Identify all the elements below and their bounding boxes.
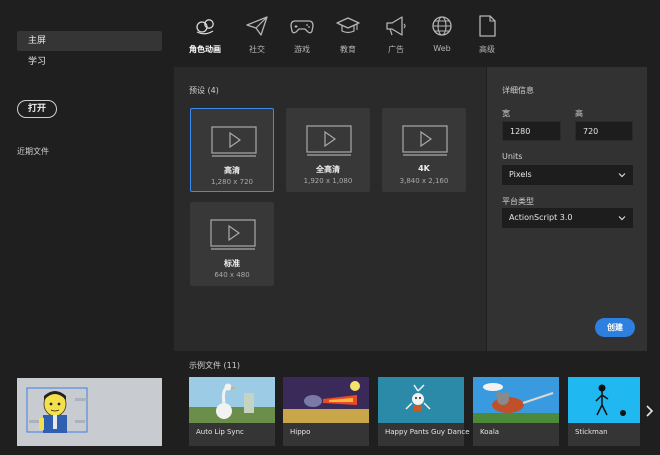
tab-ads[interactable]: 广告 (373, 14, 419, 55)
tab-label: 社交 (249, 45, 265, 54)
preset-name: 标准 (224, 259, 240, 268)
height-label: 高 (575, 109, 583, 118)
graduation-cap-icon (336, 17, 360, 34)
example-thumbnail (283, 377, 369, 423)
preset-card-hd[interactable]: 高清 1,280 x 720 (190, 108, 274, 192)
video-preset-icon (210, 219, 256, 250)
preset-name: 4K (418, 164, 430, 173)
tab-label: Web (433, 44, 451, 53)
details-title: 详细信息 (502, 86, 534, 95)
recent-file-thumbnail[interactable] (17, 378, 162, 446)
example-card-stickman[interactable]: Stickman (568, 377, 640, 446)
tab-label: 教育 (340, 45, 356, 54)
tab-social[interactable]: 社交 (234, 14, 280, 55)
preset-size: 1,920 x 1,080 (303, 177, 353, 185)
paper-plane-icon (246, 16, 268, 36)
width-label: 宽 (502, 109, 510, 118)
example-thumbnail (568, 377, 640, 423)
chevron-down-icon (618, 216, 626, 221)
preset-card-full-hd[interactable]: 全高清 1,920 x 1,080 (286, 108, 370, 192)
create-button[interactable]: 创建 (595, 318, 635, 337)
video-preset-icon (211, 126, 257, 157)
details-panel: 详细信息 宽 高 Units Pixels 平台类型 ActionScript … (487, 67, 647, 351)
chevron-right-icon[interactable] (644, 404, 654, 418)
units-select[interactable]: Pixels (502, 165, 633, 185)
video-preset-icon (402, 125, 448, 156)
height-field[interactable] (575, 121, 633, 141)
globe-icon (432, 16, 452, 36)
tab-advanced[interactable]: 高级 (464, 14, 510, 55)
presets-panel: 预设 (4) 高清 1,280 x 720 全高清 1,920 x 1,080 … (174, 67, 486, 351)
preset-name: 全高清 (316, 165, 340, 174)
example-name: Happy Pants Guy Dance (385, 428, 470, 436)
units-label: Units (502, 152, 523, 161)
platform-value: ActionScript 3.0 (509, 213, 573, 222)
example-name: Auto Lip Sync (196, 428, 244, 436)
document-icon (479, 15, 496, 37)
tab-character-animation[interactable]: 角色动画 (182, 14, 228, 55)
tab-games[interactable]: 游戏 (279, 14, 325, 55)
video-preset-icon (306, 125, 352, 156)
recent-files-label: 近期文件 (17, 147, 49, 156)
example-name: Stickman (575, 428, 608, 436)
example-card-hippo[interactable]: Hippo (283, 377, 369, 446)
tab-label: 角色动画 (189, 45, 221, 54)
preset-card-standard[interactable]: 标准 640 x 480 (190, 202, 274, 286)
platform-select[interactable]: ActionScript 3.0 (502, 208, 633, 228)
tab-label: 高级 (479, 45, 495, 54)
example-card-koala[interactable]: Koala (473, 377, 559, 446)
examples-title: 示例文件 (11) (189, 361, 240, 370)
tab-label: 广告 (388, 45, 404, 54)
preset-size: 1,280 x 720 (211, 178, 253, 186)
example-name: Koala (480, 428, 500, 436)
example-thumbnail (473, 377, 559, 423)
tab-label: 游戏 (294, 45, 310, 54)
character-animation-icon (196, 19, 214, 35)
sidebar-item-learn[interactable]: 学习 (17, 52, 162, 72)
preset-name: 高清 (224, 166, 240, 175)
sidebar: 主屏 学习 打开 近期文件 (0, 0, 172, 455)
units-value: Pixels (509, 170, 532, 179)
example-card-happy-pants-guy-dance[interactable]: Happy Pants Guy Dance (378, 377, 470, 446)
example-thumbnail (189, 377, 275, 423)
example-card-auto-lip-sync[interactable]: Auto Lip Sync (189, 377, 275, 446)
tab-web[interactable]: Web (419, 14, 465, 53)
sidebar-item-home[interactable]: 主屏 (17, 31, 162, 51)
example-name: Hippo (290, 428, 311, 436)
megaphone-icon (386, 16, 406, 36)
preset-size: 640 x 480 (214, 271, 250, 279)
chevron-down-icon (618, 173, 626, 178)
width-field[interactable] (502, 121, 561, 141)
gamepad-icon (290, 20, 314, 34)
preset-size: 3,840 x 2,160 (399, 177, 449, 185)
example-thumbnail (378, 377, 464, 423)
presets-title: 预设 (4) (189, 86, 219, 95)
platform-label: 平台类型 (502, 197, 534, 206)
character-preview-image (17, 378, 162, 446)
tab-education[interactable]: 教育 (325, 14, 371, 55)
open-button[interactable]: 打开 (17, 100, 57, 118)
preset-card-4k[interactable]: 4K 3,840 x 2,160 (382, 108, 466, 192)
